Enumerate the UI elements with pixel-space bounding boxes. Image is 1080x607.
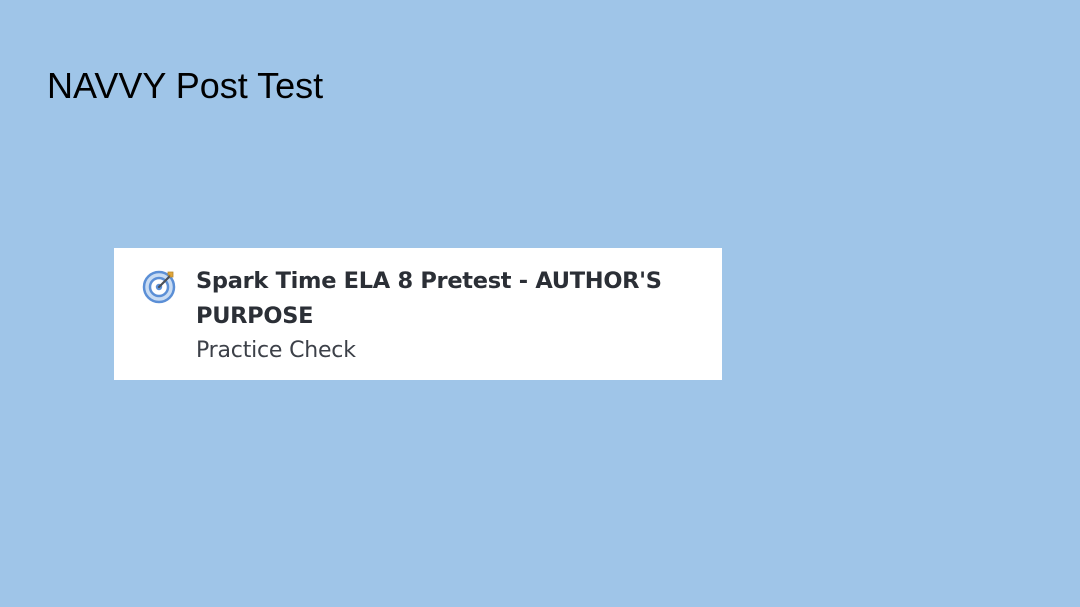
slide: { "slide": { "title": "NAVVY Post Test" … — [0, 0, 1080, 607]
assignment-card[interactable]: Spark Time ELA 8 Pretest - AUTHOR'S PURP… — [114, 248, 722, 380]
assignment-title[interactable]: Spark Time ELA 8 Pretest - AUTHOR'S PURP… — [196, 264, 696, 334]
target-icon — [142, 268, 178, 304]
slide-title: NAVVY Post Test — [47, 65, 324, 106]
assignment-type-label: Practice Check — [196, 338, 356, 363]
